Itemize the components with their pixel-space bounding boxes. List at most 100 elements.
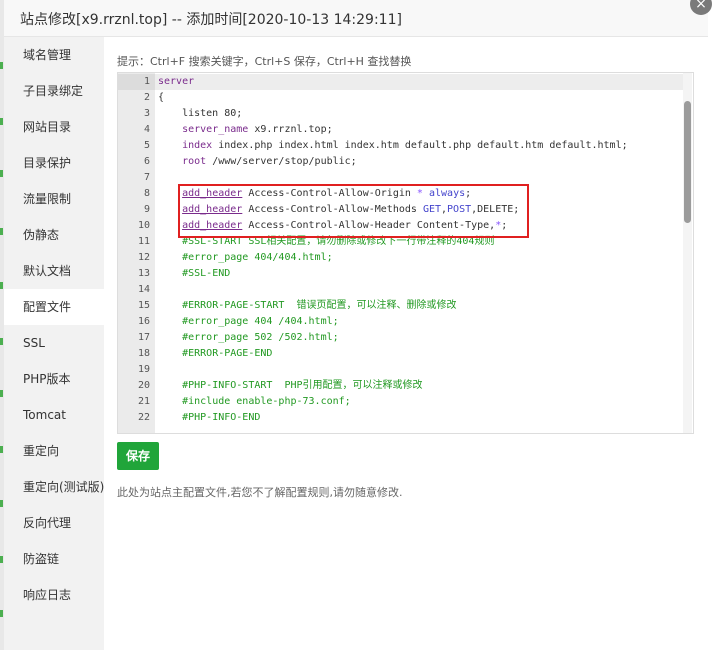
code-token: #SSL-END: [182, 268, 231, 279]
code-token: server_name: [182, 124, 249, 135]
code-token: listen 80;: [158, 108, 243, 119]
code-token: #include enable-php-73.conf;: [182, 396, 351, 407]
line-number: 2: [143, 92, 150, 103]
code-token: Access-Control-Allow-Methods: [242, 204, 423, 215]
code-token: server: [158, 76, 195, 87]
sidebar-item[interactable]: 目录保护: [4, 145, 104, 181]
line-text: root /www/server/stop/public;: [158, 154, 357, 170]
code-editor[interactable]: 1 server 2 {3 listen 80; 4 server_name x9.rr…: [117, 72, 694, 434]
sidebar-item[interactable]: 子目录绑定: [4, 73, 104, 109]
code-token: #SSL-START SSL相关配置，请勿删除或修改下一行带注释的404规则: [182, 236, 495, 247]
active-line-highlight: [155, 74, 683, 90]
line-number: 15: [137, 300, 150, 311]
line-text: #SSL-START SSL相关配置，请勿删除或修改下一行带注释的404规则: [158, 234, 494, 250]
sidebar-item[interactable]: 域名管理: [4, 37, 104, 73]
line-number: 6: [143, 156, 150, 167]
sidebar-item[interactable]: 默认文档: [4, 253, 104, 289]
dialog-title: 站点修改[x9.rrznl.top] -- 添加时间[2020-10-13 14…: [20, 12, 402, 28]
line-text: #error_page 502 /502.html;: [158, 330, 339, 346]
line-number: 10: [137, 220, 150, 231]
editor-hint: 提示：Ctrl+F 搜索关键字，Ctrl+S 保存，Ctrl+H 查找替换: [117, 55, 412, 68]
line-text: #error_page 404/404.html;: [158, 250, 333, 266]
code-token: Access-Control-Allow-Header Content-Type…: [242, 220, 496, 231]
line-text: add_header Access-Control-Allow-Methods …: [158, 202, 519, 218]
save-button[interactable]: 保存: [117, 442, 159, 470]
code-token: #PHP-INFO-START PHP引用配置，可以注释或修改: [182, 380, 423, 391]
sidebar-item[interactable]: PHP版本: [4, 361, 104, 397]
code-token: add_header: [182, 220, 243, 231]
line-text: #include enable-php-73.conf;: [158, 394, 351, 410]
sidebar-item[interactable]: 防盗链: [4, 541, 104, 577]
code-token: #ERROR-PAGE-START 错误页配置，可以注释、删除或修改: [182, 300, 457, 311]
line-number: 13: [137, 268, 150, 279]
code-token: index.php index.html index.htm default.p…: [212, 140, 628, 151]
dialog-titlebar: 站点修改[x9.rrznl.top] -- 添加时间[2020-10-13 14…: [4, 0, 708, 37]
sidebar-item[interactable]: 反向代理: [4, 505, 104, 541]
code-token: #PHP-INFO-END: [182, 412, 261, 423]
line-number: 7: [143, 172, 150, 183]
line-text: add_header Access-Control-Allow-Origin *…: [158, 186, 471, 202]
sidebar-item[interactable]: SSL: [4, 325, 104, 361]
line-text: index index.php index.html index.htm def…: [158, 138, 628, 154]
code-token: /www/server/stop/public;: [206, 156, 357, 167]
line-number: 20: [137, 380, 150, 391]
code-token: ,DELETE;: [471, 204, 520, 215]
settings-sidebar: 域名管理 子目录绑定 网站目录 目录保护 流量限制 伪静态 默认文档 配置文件 SSL PHP版本…: [4, 37, 104, 650]
code-token: #error_page 502 /502.html;: [182, 332, 339, 343]
code-token: {: [158, 92, 165, 103]
code-token: ;: [465, 188, 472, 199]
code-token: POST: [447, 204, 472, 215]
code-token: root: [182, 156, 207, 167]
code-token: index: [182, 140, 213, 151]
config-warning-note: 此处为站点主配置文件,若您不了解配置规则,请勿随意修改.: [117, 486, 403, 499]
editor-scrollbar-thumb[interactable]: [684, 101, 691, 223]
line-text: listen 80;: [158, 106, 242, 122]
sidebar-item[interactable]: 流量限制: [4, 181, 104, 217]
line-number: 5: [143, 140, 150, 151]
sidebar-item[interactable]: Tomcat: [4, 397, 104, 433]
line-text: server_name x9.rrznl.top;: [158, 122, 333, 138]
sidebar-item[interactable]: 配置文件: [4, 289, 104, 325]
code-token: add_header: [182, 204, 243, 215]
line-text: #SSL-END: [158, 266, 230, 282]
line-number: 11: [137, 236, 150, 247]
line-number: 19: [137, 364, 150, 375]
code-token: #error_page 404/404.html;: [182, 252, 333, 263]
line-number: 8: [143, 188, 150, 199]
sidebar-item[interactable]: 重定向: [4, 433, 104, 469]
sidebar-item[interactable]: 重定向(测试版): [4, 469, 104, 505]
line-number: 4: [143, 124, 150, 135]
line-number: 3: [143, 108, 150, 119]
line-number: 12: [137, 252, 150, 263]
line-number: 17: [137, 332, 150, 343]
line-text: #PHP-INFO-START PHP引用配置，可以注释或修改: [158, 378, 423, 394]
line-number: 16: [137, 316, 150, 327]
line-text: #ERROR-PAGE-END: [158, 346, 272, 362]
sidebar-item[interactable]: 响应日志: [4, 577, 104, 613]
line-text: #ERROR-PAGE-START 错误页配置，可以注释、删除或修改: [158, 298, 456, 314]
line-number: 14: [137, 284, 150, 295]
line-text: add_header Access-Control-Allow-Header C…: [158, 218, 507, 234]
line-number: 21: [137, 396, 150, 407]
line-number: 9: [143, 204, 150, 215]
sidebar-item[interactable]: 伪静态: [4, 217, 104, 253]
site-settings-dialog: 站点修改[x9.rrznl.top] -- 添加时间[2020-10-13 14…: [4, 0, 708, 650]
code-token: ;: [501, 220, 508, 231]
line-number: 18: [137, 348, 150, 359]
line-text: {: [158, 90, 164, 106]
code-token: x9.rrznl.top;: [248, 124, 333, 135]
sidebar-item[interactable]: 网站目录: [4, 109, 104, 145]
